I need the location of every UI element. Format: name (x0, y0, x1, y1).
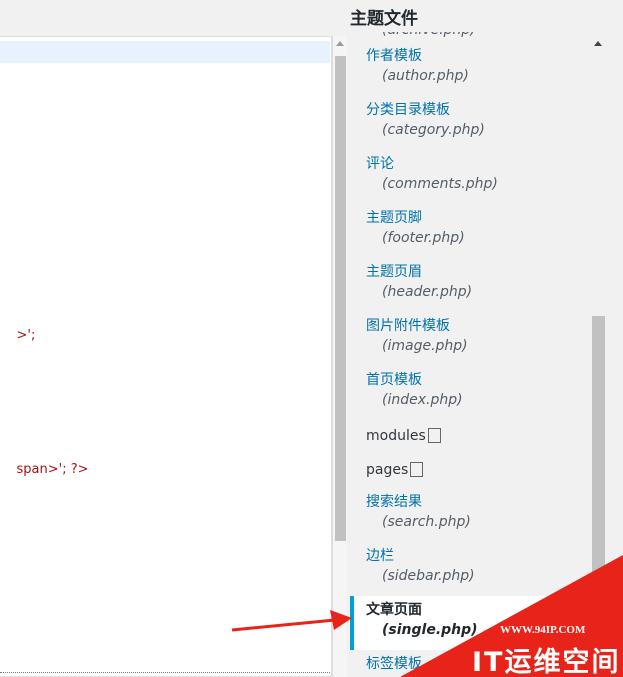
folder-toggle-icon (427, 428, 441, 443)
file-item-image[interactable]: 图片附件模板 (image.php) (350, 312, 590, 366)
scroll-up-arrow-icon[interactable] (594, 41, 602, 46)
code-line-partial (0, 672, 330, 676)
folder-label: modules (366, 428, 426, 444)
file-item-archive[interactable]: (archive.php) (350, 32, 590, 42)
red-arrow-annotation (231, 610, 352, 632)
file-item-search[interactable]: 搜索结果 (search.php) (350, 488, 590, 542)
folder-item-modules[interactable]: modules (350, 420, 590, 454)
folder-label: pages (366, 462, 409, 478)
code-fragment: span>'; ?> (16, 462, 89, 477)
editor-scrollbar[interactable] (332, 36, 347, 677)
folder-item-pages[interactable]: pages (350, 454, 590, 488)
folder-toggle-icon (410, 462, 424, 477)
file-item-author[interactable]: 作者模板 (author.php) (350, 42, 590, 96)
file-item-comments[interactable]: 评论 (comments.php) (350, 150, 590, 204)
theme-file-list: (archive.php) 作者模板 (author.php) 分类目录模板 (… (350, 32, 590, 677)
code-fragment: >'; (16, 328, 36, 343)
file-item-sidebar[interactable]: 边栏 (sidebar.php) (350, 542, 590, 596)
watermark-url: WWW.94IP.COM (500, 624, 586, 636)
file-item-index[interactable]: 首页模板 (index.php) (350, 366, 590, 420)
code-editor[interactable]: >'; span>'; ?> (0, 36, 332, 677)
active-line-highlight (0, 41, 330, 63)
theme-files-heading: 主题文件 (350, 9, 418, 29)
file-item-header[interactable]: 主题页眉 (header.php) (350, 258, 590, 312)
watermark-brand: IT运维空间 (472, 647, 621, 677)
scroll-up-arrow-icon[interactable] (336, 41, 344, 46)
file-item-footer[interactable]: 主题页脚 (footer.php) (350, 204, 590, 258)
file-list-scrollbar[interactable] (589, 32, 607, 677)
editor-scroll-thumb[interactable] (335, 56, 346, 541)
file-item-category[interactable]: 分类目录模板 (category.php) (350, 96, 590, 150)
file-list-scroll-thumb[interactable] (592, 316, 605, 677)
